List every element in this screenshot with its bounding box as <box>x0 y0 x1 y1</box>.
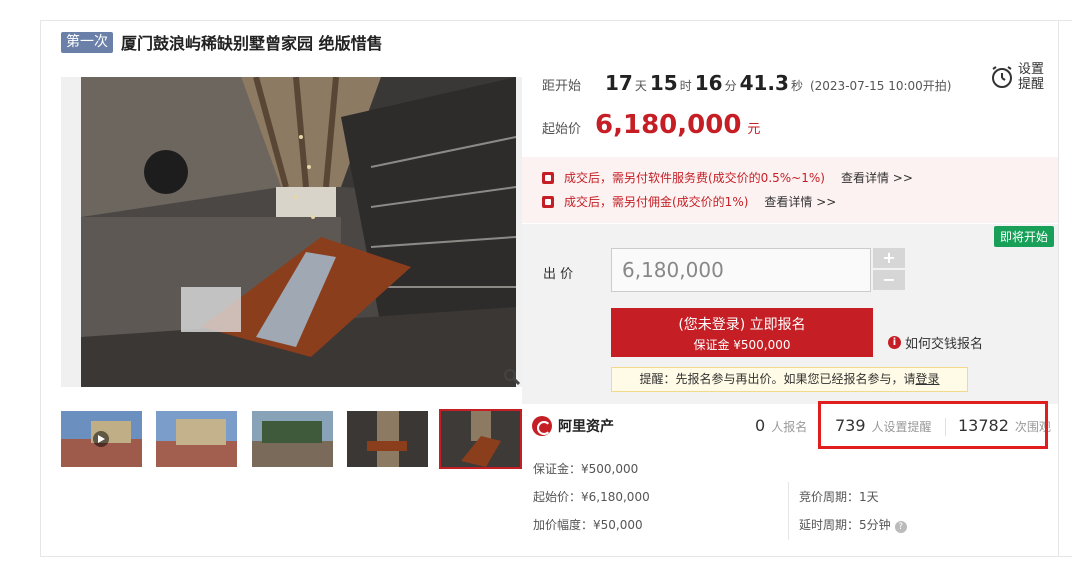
question-icon[interactable]: ? <box>894 521 907 533</box>
fee-notice: 成交后，需另付软件服务费(成交价的0.5%~1%) 查看详情 >> 成交后，需另… <box>522 157 1058 223</box>
signup-button[interactable]: (您未登录) 立即报名 保证金 ¥500,000 <box>611 308 873 357</box>
how-to-pay-link[interactable]: i 如何交钱报名 <box>888 333 983 352</box>
decrease-bid-button[interactable]: − <box>873 270 905 290</box>
info-icon: i <box>888 336 901 349</box>
title-row: 第一次 厦门鼓浪屿稀缺别墅曾家园 绝版惜售 <box>61 31 383 53</box>
thumbnail-1[interactable] <box>61 411 142 467</box>
period-info: 竞价周期：1天 <box>799 490 879 504</box>
start-price-row: 起始价 6,180,000 元 <box>542 110 760 140</box>
extension-info-text: 延时周期：5分钟 <box>799 518 891 532</box>
signup-button-label: (您未登录) 立即报名 <box>678 317 806 333</box>
countdown-hours: 15 <box>649 71 678 95</box>
thumbnail-3[interactable] <box>252 411 333 467</box>
ali-assets-brand: 阿里资产 <box>558 419 614 435</box>
deposit-info: 保证金：¥500,000 <box>533 462 639 476</box>
how-to-pay-label: 如何交钱报名 <box>905 337 984 352</box>
countdown-minutes-unit: 分 <box>724 79 737 93</box>
thumbnail-2[interactable] <box>156 411 237 467</box>
login-link[interactable]: 登录 <box>916 372 940 386</box>
signup-count-value: 0 <box>755 416 766 435</box>
fee-service-text: 成交后，需另付软件服务费(成交价的0.5%~1%) <box>564 171 825 185</box>
fee-service-detail-link[interactable]: 查看详情 >> <box>841 169 913 186</box>
highlight-box <box>818 401 1048 449</box>
fee-line-commission: 成交后，需另付佣金(成交价的1%) 查看详情 >> <box>542 193 836 210</box>
countdown-days: 17 <box>605 71 633 95</box>
extension-info: 延时周期：5分钟? <box>799 516 907 533</box>
fee-icon <box>542 195 554 208</box>
magnifier-icon[interactable] <box>503 368 521 386</box>
set-reminder-label: 设置提醒 <box>1018 62 1045 92</box>
start-price-unit: 元 <box>747 122 761 137</box>
fee-commission-text: 成交后，需另付佣金(成交价的1%) <box>564 195 749 209</box>
thumbnail-4[interactable] <box>347 411 428 467</box>
countdown-label: 距开始 <box>542 79 582 94</box>
ali-assets-icon <box>532 416 552 436</box>
main-photo[interactable] <box>61 77 522 387</box>
detail-divider <box>788 482 789 540</box>
fee-line-service: 成交后，需另付软件服务费(成交价的0.5%~1%) 查看详情 >> <box>542 169 913 186</box>
bid-panel: 即将开始 出 价 6,180,000 + − (您未登录) 立即报名 保证金 ¥… <box>522 224 1058 404</box>
page-title: 厦门鼓浪屿稀缺别墅曾家园 绝版惜售 <box>121 34 383 53</box>
fee-icon <box>542 171 554 184</box>
ali-assets-logo: 阿里资产 <box>532 416 614 436</box>
start-time-note: (2023-07-15 10:00开拍) <box>809 79 952 93</box>
countdown-seconds: 41.3 <box>739 71 789 95</box>
countdown-minutes: 16 <box>694 71 723 95</box>
right-panel-edge <box>1058 20 1072 557</box>
start-price-label: 起始价 <box>542 122 582 137</box>
alarm-clock-icon <box>992 66 1012 88</box>
signup-deposit-label: 保证金 ¥500,000 <box>693 338 791 352</box>
increment-info: 加价幅度：¥50,000 <box>533 518 643 532</box>
set-reminder-button[interactable]: 设置提醒 <box>990 62 1050 92</box>
countdown-days-unit: 天 <box>634 79 647 93</box>
thumbnail-5-active[interactable] <box>439 409 522 469</box>
round-badge: 第一次 <box>61 31 113 53</box>
status-badge: 即将开始 <box>993 226 1054 247</box>
countdown-seconds-unit: 秒 <box>790 79 803 93</box>
increase-bid-button[interactable]: + <box>873 248 905 268</box>
room-photo <box>81 77 516 387</box>
countdown: 距开始 17 天 15 时 16 分 41.3 秒 (2023-07-15 10… <box>542 71 951 95</box>
bid-amount-input[interactable]: 6,180,000 <box>611 248 871 292</box>
login-tip-text: 提醒：先报名参与再出价。如果您已经报名参与，请 <box>639 372 916 386</box>
start-price-info: 起始价：¥6,180,000 <box>533 490 650 504</box>
fee-commission-detail-link[interactable]: 查看详情 >> <box>764 193 836 210</box>
signup-count: 0 人报名 <box>755 416 807 435</box>
login-tip: 提醒：先报名参与再出价。如果您已经报名参与，请登录 <box>611 367 968 392</box>
bid-label: 出 价 <box>543 267 574 282</box>
signup-count-label: 人报名 <box>771 420 808 434</box>
start-price-value: 6,180,000 <box>595 110 742 140</box>
countdown-hours-unit: 时 <box>679 79 692 93</box>
